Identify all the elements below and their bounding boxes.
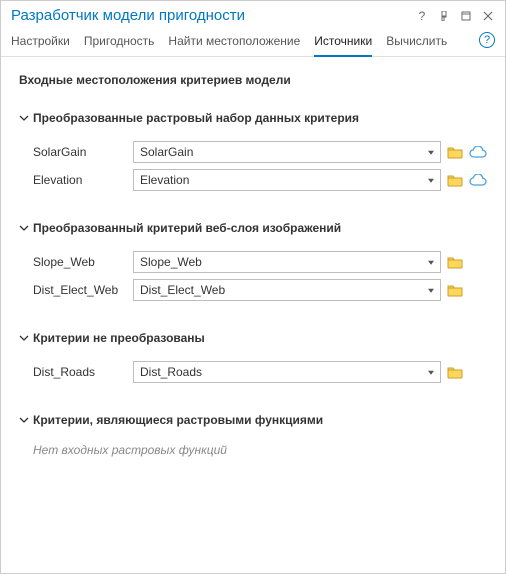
titlebar-controls: ?	[415, 9, 495, 23]
row-select[interactable]: Dist_Elect_Web	[133, 279, 441, 301]
tab-sources[interactable]: Источники	[314, 28, 372, 56]
criteria-row: Slope_Web Slope_Web	[33, 251, 487, 273]
criteria-row: SolarGain SolarGain	[33, 141, 487, 163]
chevron-down-icon	[19, 415, 29, 425]
panel-title: Разработчик модели пригодности	[11, 7, 415, 24]
row-select[interactable]: Slope_Web	[133, 251, 441, 273]
close-icon[interactable]	[481, 9, 495, 23]
section-web-layer: Преобразованный критерий веб-слоя изобра…	[19, 221, 487, 301]
row-select[interactable]: Dist_Roads	[133, 361, 441, 383]
section-title: Преобразованные растровый набор данных к…	[33, 111, 359, 125]
section-transformed-raster: Преобразованные растровый набор данных к…	[19, 111, 487, 191]
row-label: Slope_Web	[33, 255, 127, 269]
cloud-icon[interactable]	[469, 174, 487, 186]
select-box[interactable]: Slope_Web	[133, 251, 441, 273]
autohide-icon[interactable]	[437, 9, 451, 23]
cloud-icon[interactable]	[469, 146, 487, 158]
folder-icon[interactable]	[447, 173, 463, 187]
help-icon[interactable]: ?	[415, 9, 429, 23]
dock-icon[interactable]	[459, 9, 473, 23]
section-header[interactable]: Критерии, являющиеся растровыми функциям…	[19, 413, 487, 427]
row-label: SolarGain	[33, 145, 127, 159]
row-label: Dist_Roads	[33, 365, 127, 379]
criteria-row: Elevation Elevation	[33, 169, 487, 191]
chevron-down-icon	[19, 333, 29, 343]
section-raster-functions: Критерии, являющиеся растровыми функциям…	[19, 413, 487, 457]
select-box[interactable]: Dist_Roads	[133, 361, 441, 383]
section-title: Критерии не преобразованы	[33, 331, 205, 345]
section-title: Преобразованный критерий веб-слоя изобра…	[33, 221, 341, 235]
tab-compute[interactable]: Вычислить	[386, 28, 447, 56]
section-header[interactable]: Преобразованный критерий веб-слоя изобра…	[19, 221, 487, 235]
section-not-transformed: Критерии не преобразованы Dist_Roads Dis…	[19, 331, 487, 383]
empty-message: Нет входных растровых функций	[19, 443, 487, 457]
tab-settings[interactable]: Настройки	[11, 28, 70, 56]
row-select[interactable]: SolarGain	[133, 141, 441, 163]
section-header[interactable]: Критерии не преобразованы	[19, 331, 487, 345]
folder-icon[interactable]	[447, 365, 463, 379]
select-box[interactable]: SolarGain	[133, 141, 441, 163]
tab-locate[interactable]: Найти местоположение	[168, 28, 300, 56]
tab-suitability[interactable]: Пригодность	[84, 28, 155, 56]
content-heading: Входные местоположения критериев модели	[19, 73, 487, 87]
suitability-modeler-panel: Разработчик модели пригодности ? Настрой…	[0, 0, 506, 574]
folder-icon[interactable]	[447, 283, 463, 297]
select-box[interactable]: Dist_Elect_Web	[133, 279, 441, 301]
row-label: Dist_Elect_Web	[33, 283, 127, 297]
criteria-row: Dist_Roads Dist_Roads	[33, 361, 487, 383]
select-box[interactable]: Elevation	[133, 169, 441, 191]
row-select[interactable]: Elevation	[133, 169, 441, 191]
titlebar: Разработчик модели пригодности ?	[1, 1, 505, 28]
content-area: Входные местоположения критериев модели …	[1, 57, 505, 573]
criteria-row: Dist_Elect_Web Dist_Elect_Web	[33, 279, 487, 301]
chevron-down-icon	[19, 113, 29, 123]
row-label: Elevation	[33, 173, 127, 187]
tabs: Настройки Пригодность Найти местоположен…	[1, 28, 505, 57]
chevron-down-icon	[19, 223, 29, 233]
section-header[interactable]: Преобразованные растровый набор данных к…	[19, 111, 487, 125]
folder-icon[interactable]	[447, 145, 463, 159]
tab-help-icon[interactable]: ?	[479, 32, 495, 48]
section-title: Критерии, являющиеся растровыми функциям…	[33, 413, 323, 427]
folder-icon[interactable]	[447, 255, 463, 269]
